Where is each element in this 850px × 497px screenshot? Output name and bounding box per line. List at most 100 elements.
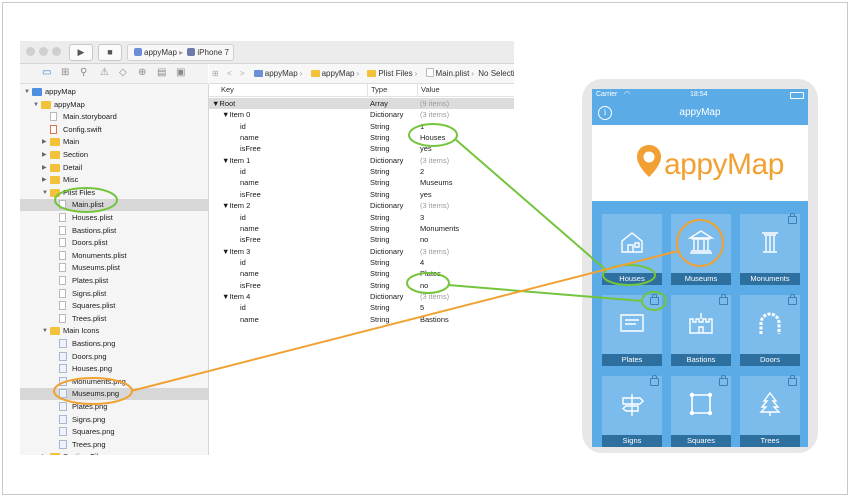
- stop-button[interactable]: ■: [98, 44, 122, 61]
- plist-row[interactable]: id String 5: [209, 302, 514, 313]
- jump-crumb[interactable]: appyMap: [265, 69, 298, 78]
- category-tile[interactable]: Bastions: [671, 294, 731, 366]
- plist-type[interactable]: String: [370, 177, 390, 188]
- plist-value[interactable]: (3 items): [420, 200, 449, 211]
- navigator-item[interactable]: Trees.plist: [20, 313, 208, 325]
- plist-value[interactable]: no: [420, 234, 428, 245]
- test-navigator-icon[interactable]: ⊕: [138, 67, 146, 78]
- plist-value[interactable]: (3 items): [420, 291, 449, 302]
- plist-row[interactable]: isFree String no: [209, 280, 514, 291]
- category-tile[interactable]: Houses: [602, 214, 662, 285]
- run-button[interactable]: ▶: [69, 44, 93, 61]
- plist-row[interactable]: ▼Item 2 Dictionary (3 items): [209, 200, 514, 211]
- navigator-item[interactable]: Signs.plist: [20, 288, 208, 300]
- symbol-navigator-icon[interactable]: ⚲: [80, 67, 87, 78]
- plist-value[interactable]: Museums: [420, 177, 453, 188]
- category-tile[interactable]: Trees: [740, 375, 800, 447]
- plist-type[interactable]: String: [370, 257, 390, 268]
- plist-type[interactable]: Dictionary: [370, 155, 403, 166]
- plist-row[interactable]: ▼Root Array (9 items): [209, 98, 514, 110]
- plist-value[interactable]: (9 items): [420, 98, 449, 109]
- plist-value[interactable]: (3 items): [420, 155, 449, 166]
- disclosure-collapsed-icon[interactable]: ▶: [42, 451, 47, 455]
- navigator-item[interactable]: ▶ Misc: [20, 174, 208, 186]
- plist-type[interactable]: Dictionary: [370, 291, 403, 302]
- source-control-icon[interactable]: ⊞: [61, 67, 69, 78]
- navigator-item[interactable]: Signs.png: [20, 414, 208, 426]
- plist-row[interactable]: ▼Item 4 Dictionary (3 items): [209, 291, 514, 302]
- plist-type[interactable]: String: [370, 132, 390, 143]
- find-navigator-icon[interactable]: ⚠: [100, 67, 109, 78]
- plist-type[interactable]: String: [370, 234, 390, 245]
- jump-crumb[interactable]: Plist Files: [378, 69, 412, 78]
- plist-type[interactable]: String: [370, 268, 390, 279]
- navigator-item[interactable]: ▼ Main Icons: [20, 325, 208, 337]
- plist-value[interactable]: Houses: [420, 132, 445, 143]
- category-tile[interactable]: Squares: [671, 375, 731, 447]
- navigator-item[interactable]: ▶ Detail: [20, 162, 208, 174]
- navigator-item[interactable]: Plates.plist: [20, 275, 208, 287]
- navigator-item[interactable]: Monuments.png: [20, 376, 208, 388]
- plist-value[interactable]: yes: [420, 189, 432, 200]
- minimize-window-button[interactable]: [39, 47, 48, 56]
- navigator-item[interactable]: Main.storyboard: [20, 111, 208, 123]
- navigator-item[interactable]: Config.swift: [20, 124, 208, 136]
- navigator-item[interactable]: ▼ appyMap: [20, 99, 208, 111]
- plist-type[interactable]: String: [370, 143, 390, 154]
- plist-value[interactable]: Plates: [420, 268, 441, 279]
- plist-type[interactable]: Array: [370, 98, 388, 109]
- jump-crumb[interactable]: Main.plist: [436, 69, 470, 78]
- plist-type[interactable]: String: [370, 189, 390, 200]
- navigator-item[interactable]: Doors.plist: [20, 237, 208, 249]
- plist-row[interactable]: name String Houses: [209, 132, 514, 143]
- plist-type[interactable]: Dictionary: [370, 246, 403, 257]
- navigator-item[interactable]: Bastions.plist: [20, 225, 208, 237]
- plist-row[interactable]: ▼Item 0 Dictionary (3 items): [209, 109, 514, 120]
- scheme-selector[interactable]: appyMap ▸ iPhone 7: [127, 44, 234, 61]
- forward-button[interactable]: >: [240, 69, 245, 78]
- plist-value[interactable]: 5: [420, 302, 424, 313]
- category-tile[interactable]: Monuments: [740, 213, 800, 285]
- plist-value[interactable]: 4: [420, 257, 424, 268]
- back-button[interactable]: <: [227, 69, 232, 78]
- plist-row[interactable]: ▼Item 3 Dictionary (3 items): [209, 246, 514, 257]
- plist-value[interactable]: 2: [420, 166, 424, 177]
- disclosure-collapsed-icon[interactable]: ▶: [42, 162, 47, 174]
- plist-type[interactable]: String: [370, 280, 390, 291]
- plist-type[interactable]: Dictionary: [370, 109, 403, 120]
- plist-row[interactable]: ▼Item 1 Dictionary (3 items): [209, 155, 514, 166]
- plist-value[interactable]: Bastions: [420, 314, 449, 325]
- plist-type[interactable]: String: [370, 223, 390, 234]
- navigator-item[interactable]: ▼ appyMap: [20, 86, 208, 98]
- navigator-item[interactable]: Doors.png: [20, 351, 208, 363]
- plist-row[interactable]: isFree String no: [209, 234, 514, 245]
- plist-row[interactable]: isFree String yes: [209, 143, 514, 154]
- grid-icon[interactable]: ⊞: [212, 69, 219, 78]
- disclosure-collapsed-icon[interactable]: ▶: [42, 174, 47, 186]
- plist-value[interactable]: (3 items): [420, 109, 449, 120]
- navigator-item[interactable]: Squares.png: [20, 426, 208, 438]
- plist-row[interactable]: name String Bastions: [209, 314, 514, 325]
- plist-type[interactable]: String: [370, 166, 390, 177]
- disclosure-expanded-icon[interactable]: ▼: [33, 99, 39, 111]
- plist-row[interactable]: name String Plates: [209, 268, 514, 279]
- navigator-item[interactable]: Houses.plist: [20, 212, 208, 224]
- issue-navigator-icon[interactable]: ◇: [119, 67, 127, 78]
- navigator-item[interactable]: Bastions.png: [20, 338, 208, 350]
- project-navigator-icon[interactable]: ▭: [42, 67, 51, 78]
- jump-crumb[interactable]: appyMap: [322, 69, 355, 78]
- navigator-item[interactable]: ▶ Section: [20, 149, 208, 161]
- plist-row[interactable]: id String 2: [209, 166, 514, 177]
- plist-value[interactable]: Monuments: [420, 223, 459, 234]
- plist-row[interactable]: id String 1: [209, 121, 514, 132]
- plist-row[interactable]: isFree String yes: [209, 189, 514, 200]
- navigator-item[interactable]: Main.plist: [20, 199, 208, 212]
- navigator-item[interactable]: Trees.png: [20, 439, 208, 451]
- close-window-button[interactable]: [26, 47, 35, 56]
- key-column-header[interactable]: Key: [221, 84, 234, 96]
- value-column-header[interactable]: Value: [417, 84, 440, 96]
- navigator-item[interactable]: ▶ Main: [20, 136, 208, 148]
- navigator-item[interactable]: Museums.plist: [20, 262, 208, 274]
- navigator-item[interactable]: ▼ Plist Files: [20, 187, 208, 199]
- type-column-header[interactable]: Type: [367, 84, 387, 96]
